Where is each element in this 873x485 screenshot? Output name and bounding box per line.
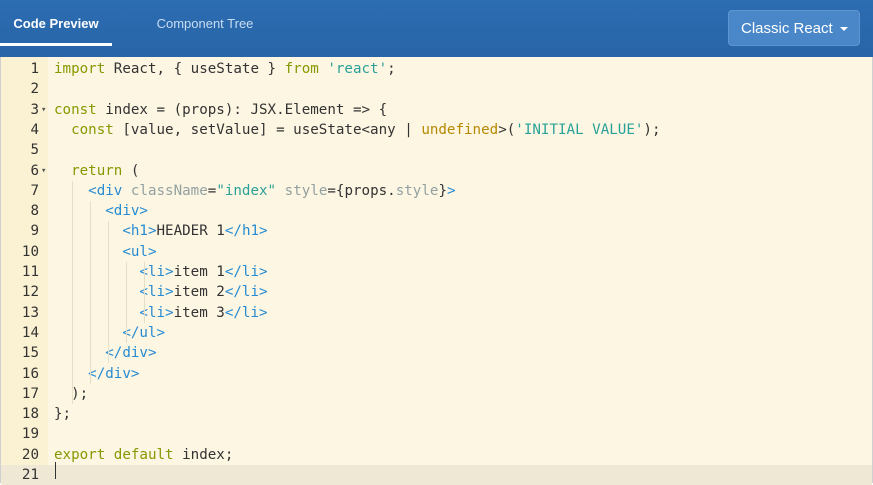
code-line[interactable]: 15 </div> (1, 343, 872, 363)
code-text: </div> (88, 365, 140, 382)
code-text: import React, { useState } from 'react'; (54, 61, 396, 77)
code-line[interactable]: 1 import React, { useState } from 'react'… (1, 59, 872, 79)
line-number: 15 (21, 345, 39, 362)
code-line[interactable]: 11 <li>item 1</li> (1, 262, 872, 282)
line-number: 10 (21, 243, 39, 260)
line-number: 20 (21, 446, 39, 463)
line-number: 11 (21, 264, 39, 280)
framework-select-value: Classic React (741, 19, 833, 37)
code-line[interactable]: 13 <li>item 3</li> (1, 303, 872, 323)
indent-guide (126, 262, 127, 344)
code-line[interactable]: 12 <li>item 2</li> (1, 282, 872, 302)
code-editor[interactable]: 1 import React, { useState } from 'react'… (0, 57, 873, 485)
code-text: <li>item 1</li> (139, 264, 268, 280)
code-line[interactable]: 8 <div> (1, 201, 872, 221)
code-line[interactable]: 4 const [value, setValue] = useState<any… (1, 120, 872, 140)
line-number: 7 (30, 182, 39, 199)
code-text: export default index; (54, 446, 234, 463)
code-line[interactable]: 17 ); (1, 384, 872, 404)
code-line[interactable]: 6 ▾ return ( (1, 161, 872, 181)
code-line[interactable]: 21 (1, 465, 872, 485)
line-number: 21 (1, 465, 39, 485)
header-bar: Code Preview Component Tree Classic Reac… (0, 0, 873, 57)
code-text: </ul> (122, 324, 166, 341)
line-number: 12 (21, 284, 39, 301)
fold-toggle-icon[interactable]: ▾ (41, 161, 46, 181)
app-window: Code Preview Component Tree Classic Reac… (0, 0, 873, 485)
active-tab-indicator (0, 43, 112, 46)
code-line[interactable]: 5 (1, 140, 872, 160)
code-text: <li>item 2</li> (139, 284, 268, 301)
line-number: 4 (30, 121, 39, 138)
code-text: return ( (71, 162, 140, 179)
line-number: 3 (30, 101, 39, 118)
code-text: <div className="index" style={props.styl… (88, 182, 456, 199)
line-number: 6 (30, 162, 39, 179)
line-number: 14 (21, 324, 39, 341)
indent-guide (90, 201, 91, 384)
code-line[interactable]: 9 <h1>HEADER 1</h1> (1, 221, 872, 241)
chevron-down-icon (840, 27, 848, 31)
line-number: 5 (30, 142, 39, 159)
code-text: </div> (105, 345, 157, 362)
framework-select[interactable]: Classic React (728, 10, 860, 46)
code-text: }; (54, 406, 72, 423)
fold-toggle-icon[interactable]: ▾ (41, 100, 46, 120)
code-line[interactable]: 10 <ul> (1, 242, 872, 262)
text-cursor (55, 462, 56, 479)
indent-guide (108, 221, 109, 364)
line-number: 18 (21, 406, 39, 423)
line-number: 9 (30, 223, 39, 240)
line-number: 17 (21, 385, 39, 402)
line-number: 2 (30, 81, 39, 98)
code-text: const index = (props): JSX.Element => { (54, 101, 388, 118)
indent-guide (144, 262, 145, 323)
code-line[interactable]: 16 </div> (1, 364, 872, 384)
code-text: <ul> (122, 243, 157, 260)
code-line[interactable]: 19 (1, 424, 872, 444)
code-text: <h1>HEADER 1</h1> (122, 223, 268, 240)
tab-code-preview[interactable]: Code Preview (0, 0, 112, 46)
code-line[interactable]: 20 export default index; (1, 445, 872, 465)
code-line[interactable]: 7 <div className="index" style={props.st… (1, 181, 872, 201)
line-number: 1 (30, 61, 39, 77)
code-line[interactable]: 14 </ul> (1, 323, 872, 343)
line-number: 16 (21, 365, 39, 382)
tab-component-tree[interactable]: Component Tree (130, 0, 280, 46)
line-number: 19 (21, 426, 39, 443)
code-text: <li>item 3</li> (139, 304, 268, 321)
code-line[interactable]: 3 ▾ const index = (props): JSX.Element => … (1, 100, 872, 120)
indent-guide (72, 180, 73, 405)
line-number: 13 (21, 304, 39, 321)
code-line[interactable]: 18}; (1, 404, 872, 424)
code-text: const [value, setValue] = useState<any |… (71, 121, 661, 138)
code-text: <div> (105, 203, 148, 220)
code-line[interactable]: 2 (1, 79, 872, 99)
line-number: 8 (30, 203, 39, 220)
